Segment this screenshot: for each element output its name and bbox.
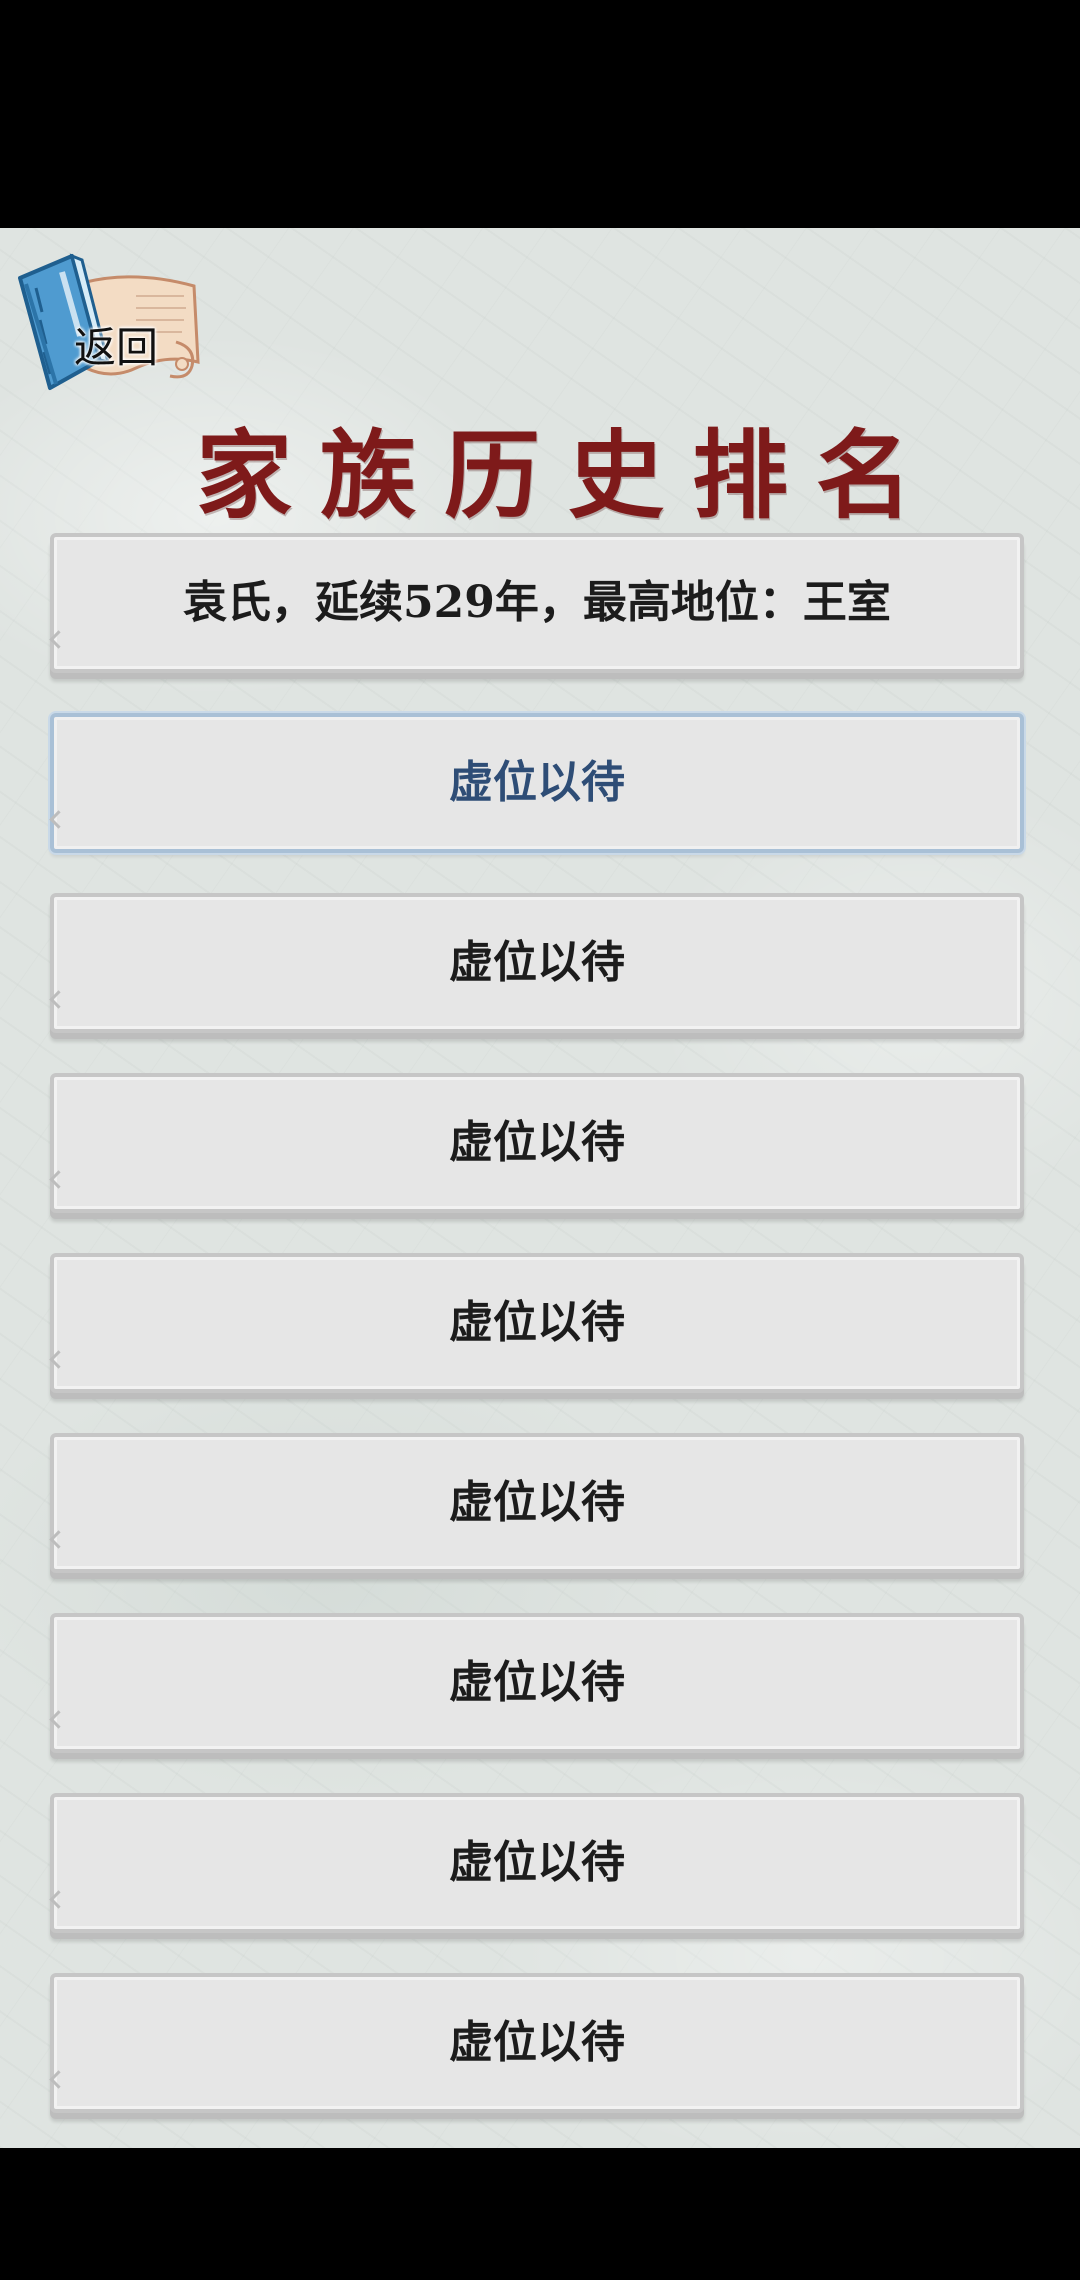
ranking-screen: 返回 家族历史排名 袁氏，延续529年，最高地位：王室 虚位以待 虚位以待 虚位… xyxy=(0,228,1080,2148)
ranking-list: 袁氏，延续529年，最高地位：王室 虚位以待 虚位以待 虚位以待 虚位以待 虚位… xyxy=(0,228,1080,2148)
ranking-item-text: 虚位以待 xyxy=(449,1117,625,1168)
status-bar-area xyxy=(0,0,1080,228)
ranking-item-text: 虚位以待 xyxy=(449,2017,625,2068)
ranking-item-8[interactable]: 虚位以待 xyxy=(49,1793,1028,1941)
ranking-item-text: 虚位以待 xyxy=(449,1297,625,1348)
ranking-item-1[interactable]: 袁氏，延续529年，最高地位：王室 xyxy=(49,533,1028,681)
navigation-bar-area xyxy=(0,2148,1080,2280)
ranking-item-7[interactable]: 虚位以待 xyxy=(49,1613,1028,1761)
ranking-item-text: 虚位以待 xyxy=(449,937,625,988)
ranking-item-9[interactable]: 虚位以待 xyxy=(49,1973,1028,2121)
ranking-item-text: 虚位以待 xyxy=(449,1837,625,1888)
ranking-item-text: 虚位以待 xyxy=(449,1477,625,1528)
ranking-item-text: 袁氏，延续529年，最高地位：王室 xyxy=(183,577,891,628)
ranking-item-text: 虚位以待 xyxy=(449,757,625,808)
ranking-item-2[interactable]: 虚位以待 xyxy=(49,713,1028,861)
ranking-item-4[interactable]: 虚位以待 xyxy=(49,1073,1028,1221)
ranking-item-text: 虚位以待 xyxy=(449,1657,625,1708)
ranking-item-5[interactable]: 虚位以待 xyxy=(49,1253,1028,1401)
ranking-item-6[interactable]: 虚位以待 xyxy=(49,1433,1028,1581)
ranking-item-3[interactable]: 虚位以待 xyxy=(49,893,1028,1041)
